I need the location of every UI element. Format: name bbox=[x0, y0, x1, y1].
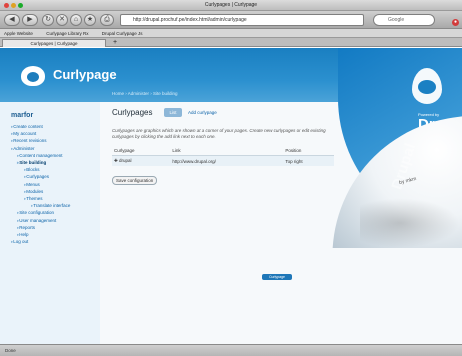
save-configuration-button[interactable]: Save configuration bbox=[112, 176, 158, 185]
sidebar-item[interactable]: Reports bbox=[11, 224, 100, 231]
column-header: Curlypage bbox=[112, 146, 171, 156]
bookmark-icon: ★ bbox=[86, 16, 94, 23]
drupal-logo-icon[interactable] bbox=[21, 66, 45, 86]
bookmark-item[interactable]: Apple Website bbox=[4, 31, 33, 36]
status-bar: Done bbox=[0, 344, 462, 356]
sidebar-item[interactable]: Themes bbox=[11, 195, 100, 202]
sidebar-item[interactable]: Recent revisions bbox=[11, 137, 100, 144]
home-icon: ⌂ bbox=[73, 16, 79, 23]
curl-shadow bbox=[360, 198, 460, 248]
table-row: ✚ drupal http://www.drupal.org/ Top righ… bbox=[112, 155, 334, 166]
minimize-window-button[interactable] bbox=[11, 3, 16, 8]
sidebar-item[interactable]: Help bbox=[11, 231, 100, 238]
link-cell[interactable]: http://www.drupal.org/ bbox=[170, 155, 284, 166]
breadcrumb[interactable]: Home › Administer › Site building bbox=[112, 91, 178, 96]
sidebar-item[interactable]: Administer bbox=[11, 145, 100, 152]
status-text: Done bbox=[5, 348, 16, 353]
curlypage-table: Curlypage Link Position ✚ drupal http://… bbox=[112, 146, 334, 166]
sidebar-item[interactable]: Log out bbox=[11, 238, 100, 245]
page-viewport: Curlypage Home › Administer › Site build… bbox=[0, 48, 462, 344]
sidebar: marfor Create contentMy accountRecent re… bbox=[0, 102, 100, 344]
curlypage-name-cell[interactable]: ✚ drupal bbox=[112, 155, 171, 166]
reload-button[interactable]: ↻ bbox=[42, 14, 54, 26]
zoom-window-button[interactable] bbox=[18, 3, 23, 8]
main-content: Curlypages List Add curlypage Curlypages… bbox=[106, 108, 334, 185]
sidebar-item[interactable]: My account bbox=[11, 130, 100, 137]
url-text: http://drupal.prochuf.pe/index.html/admi… bbox=[133, 17, 247, 23]
bookmark-button[interactable]: ★ bbox=[84, 14, 96, 26]
back-button[interactable]: ◀ bbox=[4, 14, 20, 26]
sidebar-item[interactable]: Create content bbox=[11, 123, 100, 130]
sidebar-item[interactable]: Translate interface bbox=[11, 202, 100, 209]
sidebar-nav: Create contentMy accountRecent revisions… bbox=[11, 123, 100, 245]
window-titlebar: Curlypages | Curlypage bbox=[0, 0, 462, 11]
stop-loading-icon[interactable]: ● bbox=[452, 19, 459, 26]
sidebar-item[interactable]: Menus bbox=[11, 181, 100, 188]
bookmarks-bar: Apple Website Curlypage Library Rx Drupa… bbox=[0, 29, 462, 38]
page-curl[interactable]: Powered by Drupal Drupal by mkm bbox=[320, 48, 462, 248]
new-tab-button[interactable]: + bbox=[110, 39, 120, 47]
sidebar-item[interactable]: User management bbox=[11, 217, 100, 224]
search-input[interactable]: Google bbox=[373, 14, 435, 26]
sidebar-item[interactable]: Content management bbox=[11, 152, 100, 159]
sidebar-item[interactable]: Blocks bbox=[11, 166, 100, 173]
tab-list[interactable]: List bbox=[164, 108, 182, 117]
sidebar-item[interactable]: Site building bbox=[11, 159, 100, 166]
table-header-row: Curlypage Link Position bbox=[112, 146, 334, 156]
stop-button[interactable]: ✕ bbox=[56, 14, 68, 26]
tab-bar: Curlypages | Curlypage + bbox=[0, 38, 462, 47]
home-button[interactable]: ⌂ bbox=[70, 14, 82, 26]
drupal-drop-icon bbox=[412, 68, 442, 104]
page-title: Curlypages bbox=[112, 108, 153, 117]
sidebar-item[interactable]: Site configuration bbox=[11, 209, 100, 216]
site-name[interactable]: Curlypage bbox=[53, 67, 117, 82]
bookmark-item[interactable]: Curlypage Library Rx bbox=[46, 31, 88, 36]
column-header: Link bbox=[170, 146, 284, 156]
curlypage-name: drupal bbox=[119, 158, 132, 163]
window-title: Curlypages | Curlypage bbox=[204, 2, 258, 8]
curlypage-button[interactable]: Curlypage bbox=[262, 274, 292, 280]
print-button[interactable]: ⎙ bbox=[100, 14, 114, 26]
help-text: Curlypages are graphics which are shown … bbox=[112, 128, 326, 139]
forward-button[interactable]: ▶ bbox=[22, 14, 38, 26]
browser-toolbar: ◀ ▶ ↻ ✕ ⌂ ★ ⎙ http://drupal.prochuf.pe/i… bbox=[0, 11, 462, 29]
reload-icon: ↻ bbox=[45, 16, 51, 23]
bookmark-item[interactable]: Drupal Curlypage Js bbox=[102, 31, 143, 36]
stop-icon: ✕ bbox=[59, 16, 65, 23]
close-window-button[interactable] bbox=[4, 3, 9, 8]
tab-add-curlypage[interactable]: Add curlypage bbox=[188, 109, 217, 117]
tab-curlypages[interactable]: Curlypages | Curlypage bbox=[2, 39, 106, 47]
address-bar[interactable]: http://drupal.prochuf.pe/index.html/admi… bbox=[120, 14, 364, 26]
sidebar-username: marfor bbox=[11, 112, 34, 119]
print-icon: ⎙ bbox=[104, 16, 110, 23]
sidebar-item[interactable]: Modules bbox=[11, 188, 100, 195]
sidebar-item[interactable]: Curlypages bbox=[11, 173, 100, 180]
title-row: Curlypages List Add curlypage bbox=[106, 108, 334, 120]
search-placeholder: Google bbox=[388, 17, 405, 23]
